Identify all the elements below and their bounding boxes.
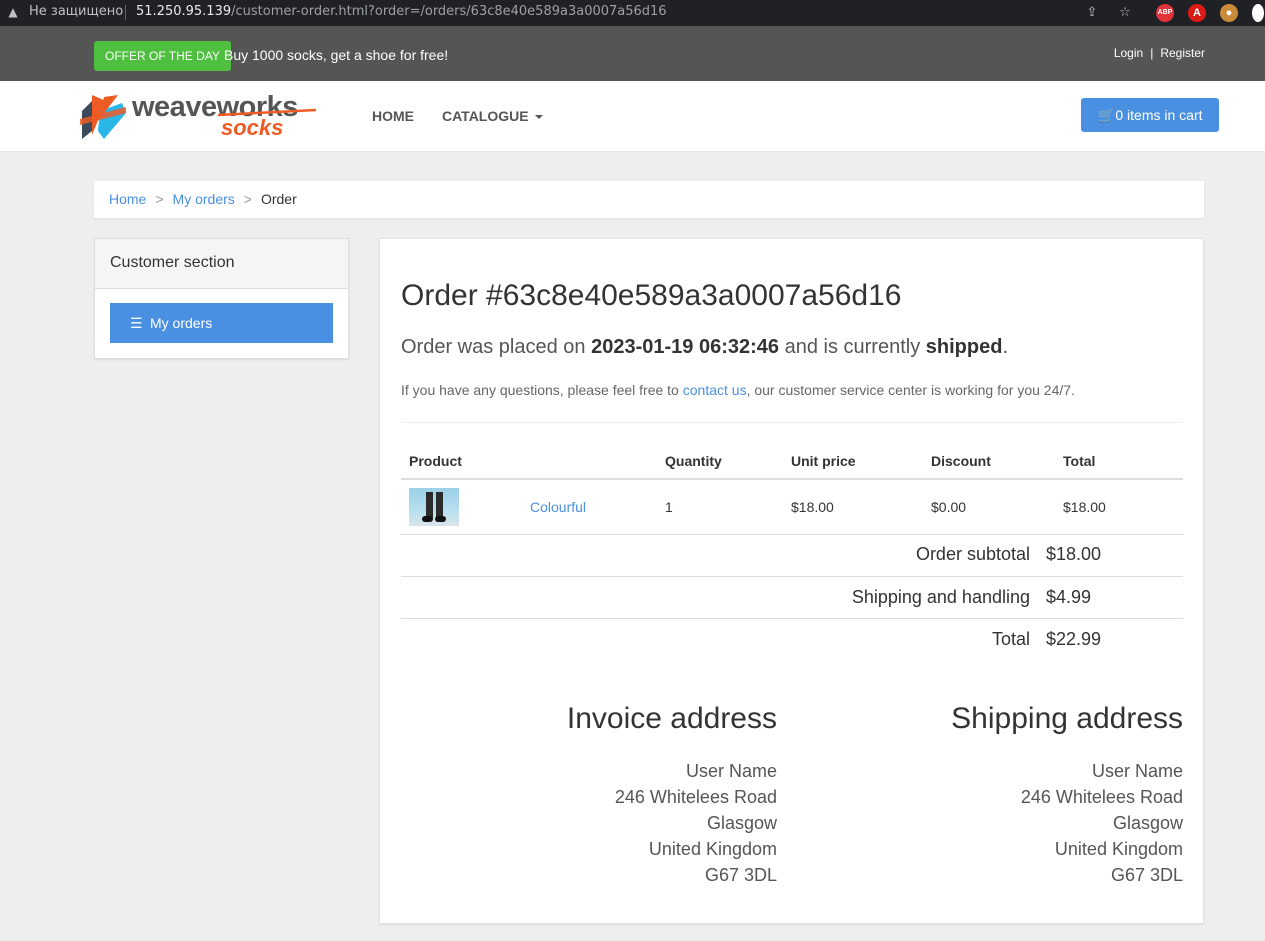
product-thumbnail[interactable] [409, 487, 459, 526]
auth-links: Login | Register [1114, 46, 1205, 60]
help-prefix: If you have any questions, please feel f… [401, 382, 683, 398]
col-unit-price: Unit price [783, 444, 923, 480]
thumb-shoe [435, 515, 446, 522]
help-text: If you have any questions, please feel f… [401, 382, 1075, 398]
warning-icon[interactable]: ▲ [6, 5, 20, 19]
offer-bar: Offer of the day Buy 1000 socks, get a s… [0, 26, 1265, 81]
order-panel: Order #63c8e40e589a3a0007a56d16 Order wa… [379, 238, 1204, 924]
contact-link[interactable]: contact us [683, 382, 747, 398]
breadcrumb-current: Order [260, 191, 297, 207]
shipping-name: User Name [1091, 761, 1183, 781]
insecure-label[interactable]: Не защищено [29, 4, 123, 19]
logo[interactable]: weaveworks socks [78, 91, 323, 143]
shipping-title: Shipping address [951, 702, 1183, 735]
shipping-city: Glasgow [1112, 813, 1183, 833]
thumb-shoe [422, 515, 433, 522]
placed-prefix: Order was placed on [401, 336, 592, 358]
cart-button[interactable]: 🛒 0 items in cart [1081, 98, 1219, 132]
nav-catalogue[interactable]: Catalogue [442, 108, 543, 124]
status-suffix: . [1002, 336, 1008, 358]
shipping-row: Shipping and handling $4.99 [401, 576, 1183, 619]
customer-sidebar: Customer section ☰ My orders [94, 238, 349, 359]
breadcrumb-divider: > [243, 191, 252, 207]
subtotal-value: $18.00 [1046, 534, 1183, 577]
invoice-name: User Name [685, 761, 777, 781]
total-row: Total $22.99 [401, 618, 1183, 660]
auth-separator: | [1150, 46, 1154, 60]
subtotal-label: Order subtotal [401, 534, 1046, 577]
url-host: 51.250.95.139 [136, 4, 232, 19]
sidebar-title: Customer section [95, 239, 348, 289]
invoice-street: 246 Whitelees Road [614, 787, 777, 807]
list-icon: ☰ [130, 315, 143, 331]
help-suffix: , our customer service center is working… [746, 382, 1075, 398]
total-cell: $18.00 [1055, 479, 1183, 535]
login-link[interactable]: Login [1114, 46, 1143, 60]
shipping-label: Shipping and handling [401, 576, 1046, 619]
nav-catalogue-label: Catalogue [442, 108, 529, 124]
breadcrumb-divider: > [155, 191, 164, 207]
shipping-value: $4.99 [1046, 576, 1183, 619]
page-title: Order #63c8e40e589a3a0007a56d16 [401, 279, 902, 312]
thumb-leg [426, 491, 433, 518]
discount-cell: $0.00 [923, 479, 1055, 535]
shipping-postcode: G67 3DL [1110, 865, 1183, 885]
angular-icon[interactable]: A [1188, 4, 1206, 22]
table-row: Colourful 1 $18.00 $0.00 $18.00 [401, 479, 1183, 535]
sidebar-item-my-orders[interactable]: ☰ My orders [110, 303, 333, 343]
product-cell: Colourful [401, 479, 657, 535]
col-product: Product [401, 444, 657, 480]
thumb-leg [436, 491, 443, 518]
order-items-table: Product Quantity Unit price Discount Tot… [401, 444, 1183, 535]
order-status: shipped [925, 336, 1003, 358]
logo-subtext: socks [221, 115, 284, 140]
shipping-address: Shipping address User Name 246 Whitelees… [807, 702, 1183, 888]
star-icon[interactable]: ☆ [1116, 4, 1134, 22]
shipping-street: 246 Whitelees Road [1020, 787, 1183, 807]
cookie-icon[interactable]: ● [1220, 4, 1238, 22]
invoice-address: Invoice address User Name 246 Whitelees … [401, 702, 777, 888]
main-navbar: weaveworks socks Home Catalogue 🛒 0 item… [0, 81, 1265, 152]
offer-badge[interactable]: Offer of the day [94, 41, 231, 71]
share-icon[interactable]: ⇪ [1083, 4, 1101, 22]
subtotal-row: Order subtotal $18.00 [401, 534, 1183, 577]
invoice-title: Invoice address [566, 702, 777, 735]
divider [125, 5, 126, 20]
cart-label: 0 items in cart [1115, 107, 1203, 123]
logo-mark-icon [80, 95, 126, 139]
shipping-country: United Kingdom [1054, 839, 1183, 859]
order-date: 2023-01-19 06:32:46 [591, 336, 780, 358]
unit-price-cell: $18.00 [783, 479, 923, 535]
divider [401, 422, 1183, 423]
chevron-down-icon [534, 115, 543, 120]
offer-text: Buy 1000 socks, get a shoe for free! [224, 47, 449, 63]
nav-home[interactable]: Home [372, 108, 414, 124]
browser-address-bar: ▲ Не защищено 51.250.95.139/customer-ord… [0, 0, 1265, 26]
invoice-country: United Kingdom [648, 839, 777, 859]
order-status-line: Order was placed on 2023-01-19 06:32:46 … [401, 336, 1008, 359]
breadcrumb: Home > My orders > Order [94, 181, 1204, 218]
order-totals: Order subtotal $18.00 Shipping and handl… [401, 534, 1183, 660]
sidebar-item-label: My orders [150, 315, 213, 331]
abp-icon[interactable]: ABP [1156, 4, 1174, 22]
total-label: Total [991, 628, 1030, 649]
table-header-row: Product Quantity Unit price Discount Tot… [401, 444, 1183, 480]
invoice-city: Glasgow [706, 813, 777, 833]
status-prefix: and is currently [779, 336, 926, 358]
profile-icon[interactable] [1252, 4, 1264, 22]
col-discount: Discount [923, 444, 1055, 480]
breadcrumb-home[interactable]: Home [109, 191, 146, 207]
cart-icon: 🛒 [1097, 107, 1115, 123]
total-value: $22.99 [1046, 628, 1102, 649]
url-field[interactable]: 51.250.95.139/customer-order.html?order=… [136, 4, 667, 19]
col-total: Total [1055, 444, 1183, 480]
quantity-cell: 1 [657, 479, 783, 535]
register-link[interactable]: Register [1160, 46, 1205, 60]
product-link[interactable]: Colourful [530, 499, 586, 515]
url-path: /customer-order.html?order=/orders/63c8e… [231, 4, 667, 19]
breadcrumb-orders[interactable]: My orders [173, 191, 235, 207]
col-quantity: Quantity [657, 444, 783, 480]
invoice-postcode: G67 3DL [704, 865, 777, 885]
